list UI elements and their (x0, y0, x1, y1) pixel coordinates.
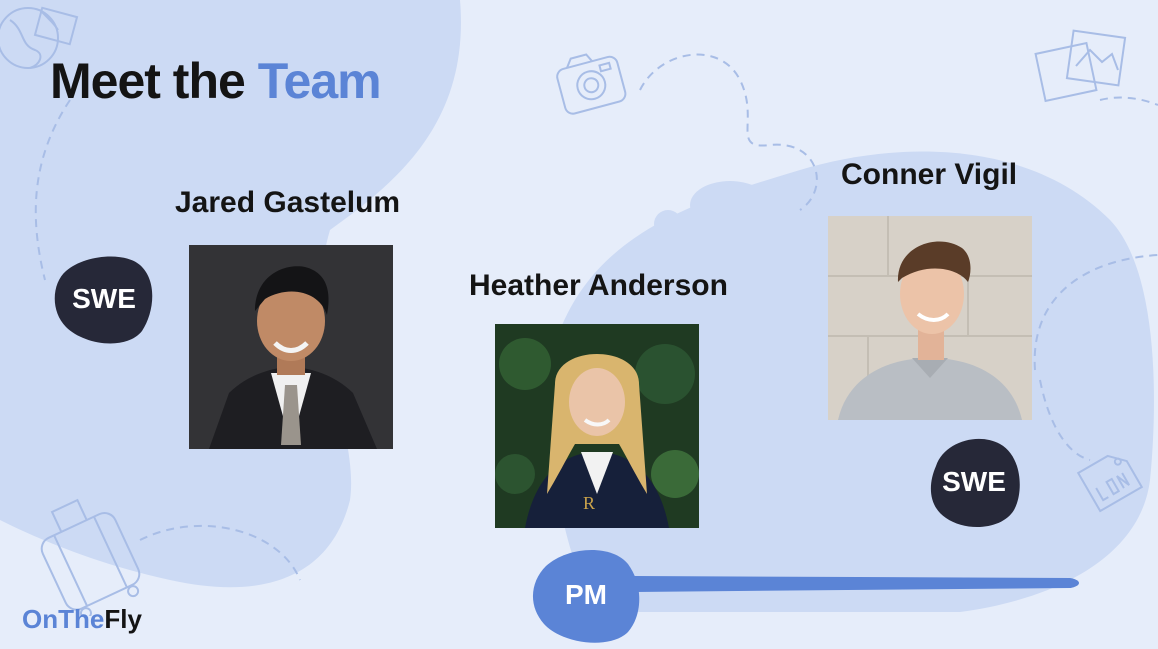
member-photo-3 (828, 216, 1032, 420)
slide: Meet the Team Jared Gastelum SWE Heather… (0, 0, 1158, 649)
member-name-3: Conner Vigil (841, 158, 1018, 191)
portrait-placeholder (828, 216, 1032, 420)
member-photo-2: R (495, 324, 699, 528)
role-badge-3: SWE (926, 436, 1022, 528)
luggage-tag-icon (1076, 454, 1144, 513)
svg-text:R: R (583, 493, 595, 513)
logo-part-2: Fly (104, 604, 142, 634)
role-badge-1: SWE (54, 253, 154, 345)
logo-part-1: OnThe (22, 604, 105, 634)
member-name-2: Heather Anderson (469, 269, 728, 302)
role-label-3: SWE (942, 466, 1006, 497)
role-label-1: SWE (72, 283, 136, 314)
title-main: Meet the (50, 53, 258, 109)
member-name-1: Jared Gastelum (175, 186, 401, 219)
small-blob-2 (654, 210, 682, 238)
brand-logo: OnTheFly (22, 604, 142, 635)
pm-underline-stroke (630, 576, 1079, 592)
portrait-placeholder (189, 245, 393, 449)
photos-icon (1034, 29, 1127, 103)
title-accent: Team (257, 53, 382, 109)
small-blob-1 (690, 181, 770, 229)
portrait-placeholder: R (495, 324, 699, 528)
role-label-2: PM (565, 579, 607, 610)
page-title: Meet the Team (50, 52, 382, 110)
role-badge-2: PM (532, 546, 640, 644)
member-photo-1 (189, 245, 393, 449)
luggage-icon (40, 498, 141, 616)
camera-icon (556, 53, 627, 115)
